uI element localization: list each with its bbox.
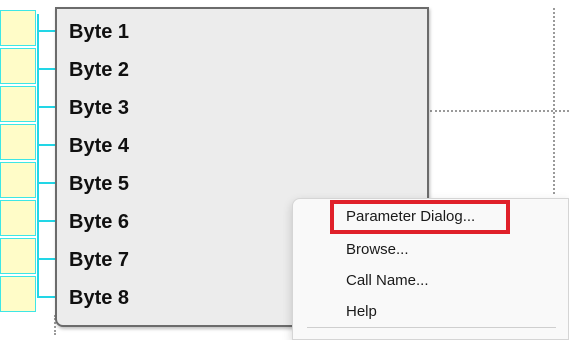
byte-label-3: Byte 3: [69, 97, 130, 119]
guide-line-vertical: [553, 8, 555, 194]
byte-label-1: Byte 1: [69, 21, 130, 43]
menu-item-parameter-dialog[interactable]: Parameter Dialog...: [346, 208, 475, 225]
connector-pin-3[interactable]: [0, 86, 36, 122]
guide-line-horizontal: [430, 110, 569, 112]
byte-label-6: Byte 6: [69, 211, 130, 233]
byte-label-4: Byte 4: [69, 135, 130, 157]
connector-pin-6[interactable]: [0, 200, 36, 236]
byte-label-8: Byte 8: [69, 287, 130, 309]
connector-pin-1[interactable]: [0, 10, 36, 46]
diagram-canvas: Byte 1 Byte 2 Byte 3 Byte 4 Byte 5 Byte …: [0, 0, 569, 340]
byte-label-2: Byte 2: [69, 59, 130, 81]
menu-item-call-name[interactable]: Call Name...: [346, 272, 429, 289]
connector-stub-4: [37, 144, 55, 146]
byte-label-7: Byte 7: [69, 249, 130, 271]
menu-item-help[interactable]: Help: [346, 303, 377, 320]
connector-pin-2[interactable]: [0, 48, 36, 84]
byte-label-5: Byte 5: [69, 173, 130, 195]
menu-separator: [307, 327, 556, 328]
context-menu: Parameter Dialog... Browse... Call Name.…: [292, 198, 569, 340]
connector-stub-3: [37, 106, 55, 108]
connector-pin-7[interactable]: [0, 238, 36, 274]
connector-pin-5[interactable]: [0, 162, 36, 198]
menu-item-browse[interactable]: Browse...: [346, 241, 409, 258]
connector-stub-1: [37, 30, 55, 32]
connector-pin-8[interactable]: [0, 276, 36, 312]
connector-stub-2: [37, 68, 55, 70]
connector-stub-8: [37, 296, 55, 298]
connector-stub-7: [37, 258, 55, 260]
connector-stub-6: [37, 220, 55, 222]
connector-pin-4[interactable]: [0, 124, 36, 160]
connector-bus: [37, 14, 39, 298]
connector-stub-5: [37, 182, 55, 184]
